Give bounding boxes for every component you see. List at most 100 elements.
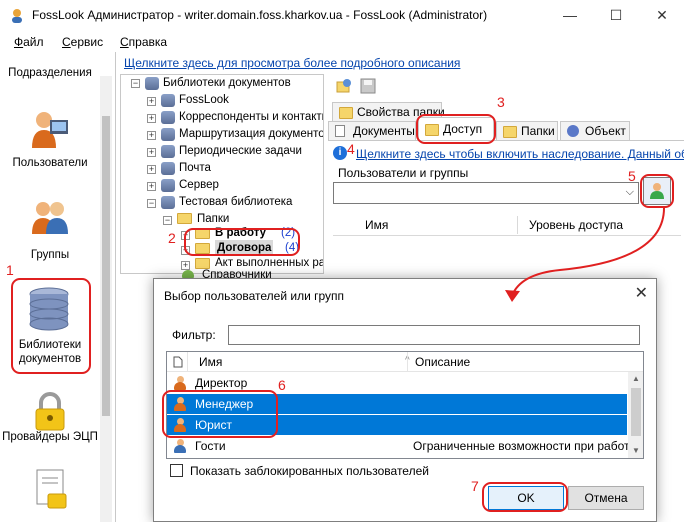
database-icon: [161, 179, 175, 192]
annotation-3: 3: [497, 94, 505, 110]
cancel-button[interactable]: Отмена: [568, 486, 644, 510]
left-panel-scroll-thumb[interactable]: [102, 116, 110, 416]
annotation-ring: [482, 482, 568, 512]
tree-node[interactable]: Корреспонденты и контакты: [179, 109, 323, 125]
database-icon: [161, 196, 175, 209]
tab-divider: [328, 140, 684, 141]
database-icon: [161, 111, 175, 124]
folder-icon: [339, 107, 353, 119]
window-title: FossLook Администратор - writer.domain.f…: [32, 8, 488, 22]
menu-bar: Файл Сервис Справка: [0, 32, 684, 52]
document-lock-icon[interactable]: [34, 468, 70, 514]
tab-documents-label: Документы: [353, 124, 415, 138]
database-icon: [161, 162, 175, 175]
annotation-6: 6: [278, 377, 286, 393]
gear-icon: [567, 125, 579, 137]
tree-expand-toggle[interactable]: +: [147, 131, 156, 140]
menu-service[interactable]: Сервис: [62, 35, 103, 49]
document-icon: [335, 125, 345, 137]
nav-item-signature-providers[interactable]: Провайдеры ЭЦП: [0, 392, 100, 458]
tree-expand-toggle[interactable]: +: [147, 165, 156, 174]
tree-collapse-toggle[interactable]: −: [131, 79, 140, 88]
description-hint-link[interactable]: Щелкните здесь для просмотра более подро…: [124, 56, 460, 70]
users-list-scrollbar[interactable]: ▲ ▼: [628, 372, 643, 458]
tree-node[interactable]: FossLook: [179, 92, 229, 108]
save-icon[interactable]: [360, 78, 376, 94]
folder-icon: [177, 213, 192, 224]
column-name[interactable]: Имя: [199, 355, 222, 369]
close-window-button[interactable]: ✕: [640, 0, 684, 32]
list-item[interactable]: Гости Ограниченные возможности при работ…: [167, 436, 638, 456]
tree-collapse-toggle[interactable]: −: [163, 216, 172, 225]
tree-node[interactable]: Маршрутизация документов: [179, 126, 323, 142]
show-blocked-label: Показать заблокированных пользователей: [190, 464, 429, 478]
annotation-ring: [416, 114, 496, 144]
annotation-ring: [11, 278, 91, 374]
database-icon: [161, 145, 175, 158]
database-icon: [161, 94, 175, 107]
list-item-description: Ограниченные возможности при работ...: [413, 439, 639, 453]
tab-object-label: Объект: [585, 124, 626, 138]
nav-item-groups[interactable]: Группы: [0, 198, 100, 264]
tab-documents[interactable]: Документы: [328, 121, 416, 141]
filter-label: Фильтр:: [172, 328, 216, 342]
user-icon: [32, 112, 68, 148]
column-description[interactable]: Описание: [415, 355, 470, 369]
info-icon: i: [333, 146, 347, 160]
tree-expand-toggle[interactable]: +: [147, 114, 156, 123]
tree-expand-toggle[interactable]: +: [147, 97, 156, 106]
lock-icon: [35, 392, 65, 431]
nav-item-groups-label: Группы: [30, 249, 70, 261]
document-icon: [173, 356, 183, 368]
tree-root[interactable]: Библиотеки документов: [163, 75, 291, 91]
tree-node[interactable]: Периодические задачи: [179, 143, 302, 159]
users-groups-label: Пользователи и группы: [338, 166, 469, 180]
tree-node[interactable]: Почта: [179, 160, 211, 176]
column-divider: [407, 352, 408, 372]
annotation-2: 2: [168, 230, 176, 246]
settings-icon[interactable]: [336, 78, 352, 94]
dialog-title: Выбор пользователей или групп: [164, 289, 345, 303]
enable-inheritance-link[interactable]: Щелкните здесь чтобы включить наследован…: [356, 147, 684, 161]
annotation-ring: [184, 228, 300, 256]
database-icon: [145, 77, 159, 90]
tree-expand-toggle[interactable]: +: [147, 148, 156, 157]
annotation-1: 1: [6, 262, 14, 278]
annotation-ring: [162, 390, 278, 438]
minimize-button[interactable]: —: [548, 0, 592, 32]
scroll-up-icon[interactable]: ▲: [632, 374, 640, 383]
scroll-down-icon[interactable]: ▼: [632, 446, 640, 455]
database-icon: [161, 128, 175, 141]
tab-folders[interactable]: Папки: [496, 121, 558, 141]
tree-node[interactable]: Тестовая библиотека: [179, 194, 292, 210]
user-icon: [173, 376, 187, 390]
nav-item-signature-providers-label: Провайдеры ЭЦП: [2, 431, 98, 443]
left-panel-scrollbar[interactable]: [100, 76, 112, 522]
scroll-thumb[interactable]: [631, 388, 641, 436]
chevron-down-icon: ⌵: [625, 186, 634, 198]
nav-item-users-label: Пользователи: [12, 157, 88, 169]
annotation-4: 4: [347, 141, 355, 157]
annotation-7: 7: [471, 478, 479, 494]
nav-item-departments[interactable]: Подразделения: [0, 66, 100, 80]
tree-collapse-toggle[interactable]: −: [147, 199, 156, 208]
annotation-5: 5: [628, 168, 636, 184]
app-icon: [12, 9, 22, 23]
tree-expand-toggle[interactable]: +: [181, 261, 190, 270]
users-list-header: Имя ^ Описание: [167, 352, 643, 372]
nav-item-users[interactable]: Пользователи: [0, 110, 100, 180]
menu-help[interactable]: Справка: [120, 35, 167, 49]
column-divider: [187, 352, 188, 372]
column-name[interactable]: Имя: [365, 218, 388, 232]
list-item-name: Гости: [195, 439, 226, 453]
tree-expand-toggle[interactable]: +: [147, 182, 156, 191]
folder-icon: [503, 126, 517, 138]
maximize-button[interactable]: ☐: [594, 0, 638, 32]
tab-object[interactable]: Объект: [560, 121, 630, 141]
user-icon: [173, 439, 187, 453]
tree-node[interactable]: Сервер: [179, 177, 219, 193]
show-blocked-checkbox[interactable]: [170, 464, 183, 477]
title-bar: FossLook Администратор - writer.domain.f…: [0, 0, 684, 32]
menu-file[interactable]: Файл: [14, 35, 44, 49]
filter-input[interactable]: [228, 325, 640, 345]
